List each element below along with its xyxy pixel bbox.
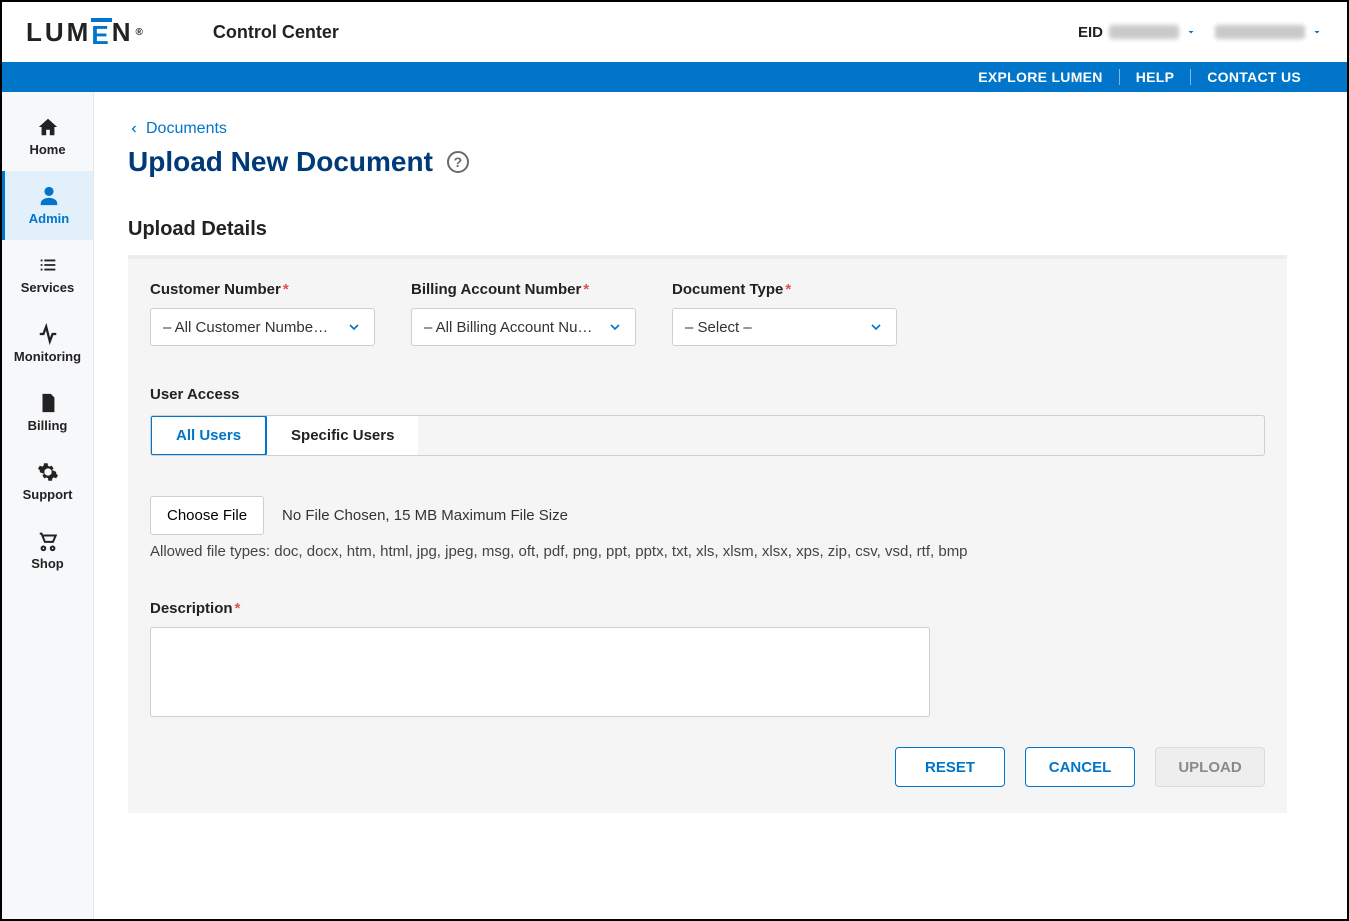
user-icon — [38, 185, 60, 207]
sidebar-item-shop[interactable]: Shop — [2, 516, 93, 585]
sidebar-item-label: Shop — [31, 556, 64, 571]
logo-letter: L — [26, 17, 45, 48]
cart-icon — [37, 530, 59, 552]
required-mark: * — [283, 281, 289, 298]
field-document-type: Document Type* – Select – — [672, 281, 897, 346]
select-row: Customer Number* – All Customer Numbers … — [150, 281, 1265, 346]
required-mark: * — [785, 281, 791, 298]
field-billing-account: Billing Account Number* – All Billing Ac… — [411, 281, 636, 346]
breadcrumb-label: Documents — [146, 120, 227, 138]
breadcrumb-back[interactable]: Documents — [128, 120, 1287, 138]
page-title-row: Upload New Document ? — [128, 146, 1287, 178]
label-description: Description* — [150, 600, 1265, 617]
label-user-access: User Access — [150, 386, 1265, 403]
upload-details-panel: Customer Number* – All Customer Numbers … — [128, 255, 1287, 813]
sidebar-item-billing[interactable]: Billing — [2, 378, 93, 447]
field-description: Description* — [150, 600, 1265, 717]
activity-icon — [37, 323, 59, 345]
home-icon — [37, 116, 59, 138]
sidebar: Home Admin Services Monitoring Billing — [2, 92, 94, 919]
user-value-redacted — [1215, 25, 1305, 39]
required-mark: * — [235, 600, 241, 617]
main-content: Documents Upload New Document ? Upload D… — [94, 92, 1347, 919]
toggle-user-access: All Users Specific Users — [150, 415, 1265, 456]
logo-letter: U — [45, 17, 67, 48]
cancel-button[interactable]: CANCEL — [1025, 747, 1135, 787]
invoice-icon — [37, 392, 59, 414]
logo-letter: E — [91, 18, 111, 46]
sidebar-item-label: Admin — [29, 211, 69, 226]
nav-help[interactable]: HELP — [1119, 69, 1191, 85]
registered-mark: ® — [135, 27, 142, 38]
chevron-down-icon — [1185, 26, 1197, 38]
eid-selector[interactable]: EID — [1078, 24, 1197, 41]
sidebar-item-label: Monitoring — [14, 349, 81, 364]
select-value: – Select – — [685, 319, 752, 336]
chevron-down-icon — [868, 319, 884, 335]
chevron-left-icon — [128, 123, 140, 135]
select-customer-number[interactable]: – All Customer Numbers – — [150, 308, 375, 346]
choose-file-button[interactable]: Choose File — [150, 496, 264, 535]
file-types-hint: Allowed file types: doc, docx, htm, html… — [150, 543, 1265, 560]
field-user-access: User Access All Users Specific Users — [150, 386, 1265, 456]
section-upload-details: Upload Details — [128, 218, 1287, 241]
toggle-specific-users[interactable]: Specific Users — [266, 416, 418, 455]
label-document-type: Document Type* — [672, 281, 897, 298]
required-mark: * — [583, 281, 589, 298]
file-picker-row: Choose File No File Chosen, 15 MB Maximu… — [150, 496, 1265, 535]
logo-letter: M — [67, 17, 92, 48]
user-selector[interactable] — [1215, 25, 1323, 39]
nav-contact-us[interactable]: CONTACT US — [1190, 69, 1317, 85]
upload-button[interactable]: UPLOAD — [1155, 747, 1265, 787]
logo-letter: N — [112, 17, 134, 48]
chevron-down-icon — [346, 319, 362, 335]
select-value: – All Customer Numbers – — [163, 319, 333, 336]
eid-value-redacted — [1109, 25, 1179, 39]
sidebar-item-label: Billing — [28, 418, 68, 433]
description-input[interactable] — [150, 627, 930, 717]
sidebar-item-home[interactable]: Home — [2, 102, 93, 171]
gear-icon — [37, 461, 59, 483]
reset-button[interactable]: RESET — [895, 747, 1005, 787]
select-value: – All Billing Account Numb… — [424, 319, 594, 336]
field-customer-number: Customer Number* – All Customer Numbers … — [150, 281, 375, 346]
help-icon[interactable]: ? — [447, 151, 469, 173]
sidebar-item-admin[interactable]: Admin — [2, 171, 93, 240]
label-customer-number: Customer Number* — [150, 281, 375, 298]
label-billing-account: Billing Account Number* — [411, 281, 636, 298]
top-header: L U M E N ® Control Center EID — [2, 2, 1347, 62]
nav-explore-lumen[interactable]: EXPLORE LUMEN — [962, 69, 1118, 85]
chevron-down-icon — [1311, 26, 1323, 38]
chevron-down-icon — [607, 319, 623, 335]
select-document-type[interactable]: – Select – — [672, 308, 897, 346]
lumen-logo: L U M E N ® — [26, 17, 143, 48]
eid-label: EID — [1078, 24, 1103, 41]
sidebar-item-services[interactable]: Services — [2, 240, 93, 309]
app-title: Control Center — [213, 22, 339, 43]
sidebar-item-label: Home — [29, 142, 65, 157]
sidebar-item-label: Services — [21, 280, 75, 295]
secondary-nav: EXPLORE LUMEN HELP CONTACT US — [2, 62, 1347, 92]
sidebar-item-monitoring[interactable]: Monitoring — [2, 309, 93, 378]
file-status: No File Chosen, 15 MB Maximum File Size — [282, 507, 568, 524]
action-buttons: RESET CANCEL UPLOAD — [150, 747, 1265, 787]
top-header-right: EID — [1078, 24, 1323, 41]
sidebar-item-support[interactable]: Support — [2, 447, 93, 516]
select-billing-account[interactable]: – All Billing Account Numb… — [411, 308, 636, 346]
list-icon — [37, 254, 59, 276]
sidebar-item-label: Support — [23, 487, 73, 502]
toggle-all-users[interactable]: All Users — [150, 415, 267, 456]
page-title: Upload New Document — [128, 146, 433, 178]
